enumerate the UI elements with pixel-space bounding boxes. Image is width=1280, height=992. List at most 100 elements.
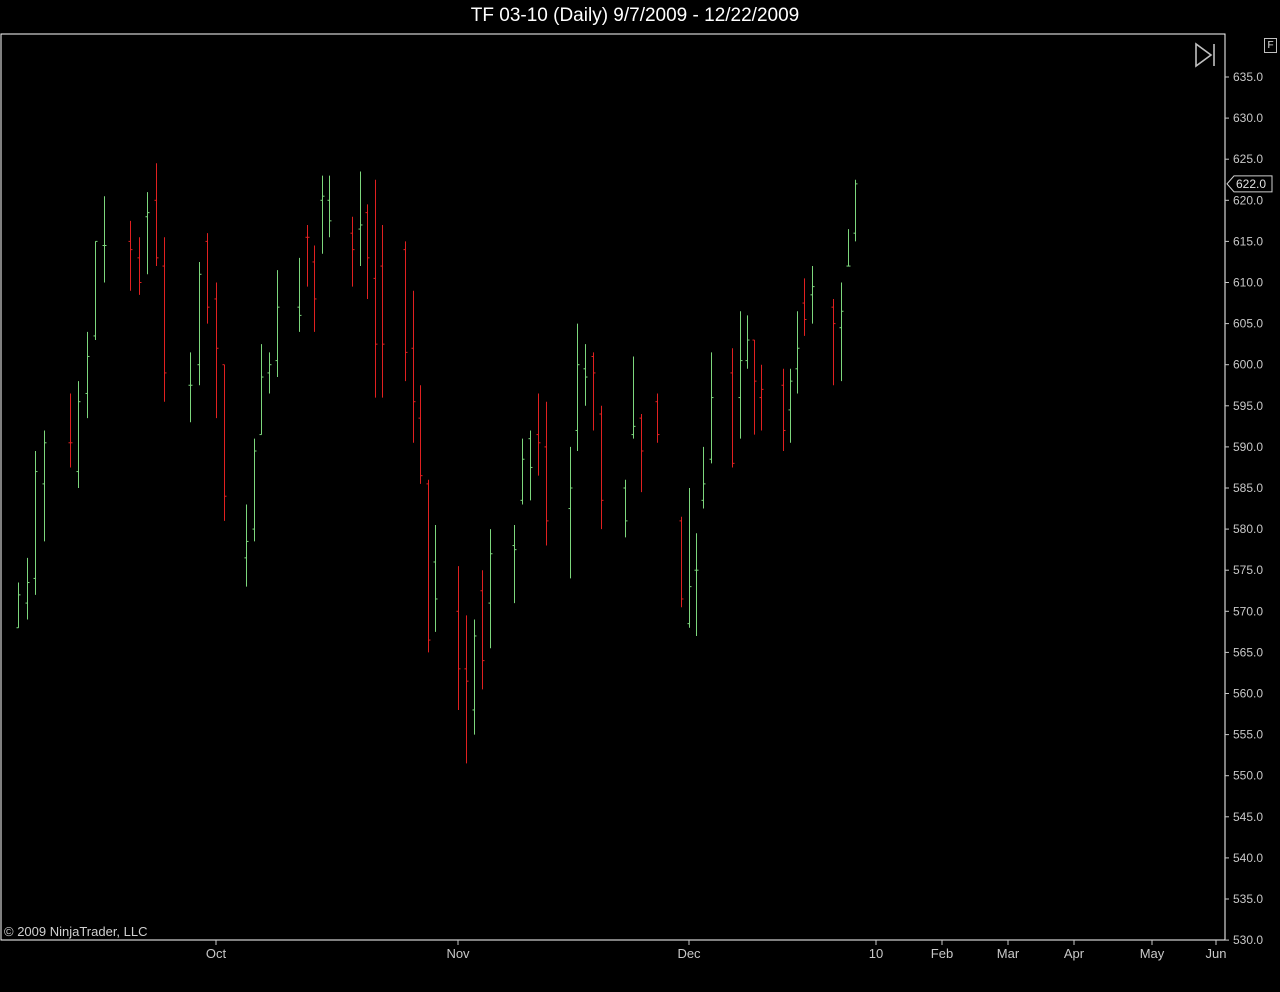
price-chart[interactable]: 635.0 630.0 625.0 620.0 615.0 610.0 605.0 600.0…	[0, 0, 1280, 992]
y-tick-label: 555.0	[1233, 728, 1263, 742]
y-tick-label: 560.0	[1233, 687, 1263, 701]
ohlc-bar	[599, 405, 604, 530]
ohlc-bar	[839, 282, 844, 382]
ohlc-bar	[802, 278, 807, 336]
ohlc-bar	[781, 368, 786, 452]
ohlc-bar	[68, 393, 73, 468]
ohlc-bar	[297, 257, 302, 332]
ohlc-bar	[752, 339, 757, 435]
y-tick-label: 630.0	[1233, 111, 1263, 125]
ohlc-bar	[214, 282, 219, 419]
ohlc-bar	[687, 488, 692, 628]
y-tick-label: 550.0	[1233, 769, 1263, 783]
y-tick-label: 590.0	[1233, 440, 1263, 454]
y-tick-label: 595.0	[1233, 399, 1263, 413]
ohlc-bar	[188, 352, 193, 423]
ohlc-bar	[512, 524, 517, 604]
ohlc-bar	[568, 446, 573, 579]
y-tick-label: 600.0	[1233, 358, 1263, 372]
x-tick-label: Dec	[677, 946, 701, 961]
ohlc-bar	[426, 479, 431, 653]
ohlc-bar	[520, 438, 525, 505]
x-tick-label: Apr	[1064, 946, 1085, 961]
y-tick-label: 530.0	[1233, 933, 1263, 947]
ohlc-bar	[591, 352, 596, 431]
x-tick-label: Oct	[206, 946, 227, 961]
ohlc-bar	[380, 224, 385, 398]
y-tick-label: 635.0	[1233, 70, 1263, 84]
ohlc-bar	[745, 315, 750, 369]
y-tick-label: 565.0	[1233, 645, 1263, 659]
x-tick-label: May	[1140, 946, 1165, 961]
ohlc-bar	[738, 311, 743, 439]
ohlc-bar	[259, 344, 264, 436]
ohlc-bar	[350, 216, 355, 287]
ohlc-bar	[679, 516, 684, 608]
x-tick-label: Jun	[1206, 946, 1227, 961]
y-tick-label: 615.0	[1233, 234, 1263, 248]
ohlc-bar	[93, 240, 98, 341]
x-tick-label: Nov	[446, 946, 470, 961]
ohlc-bar	[831, 298, 836, 386]
ohlc-bar	[631, 356, 636, 439]
x-tick-label: Feb	[931, 946, 953, 961]
ohlc-bar	[528, 430, 533, 501]
ohlc-bar	[488, 529, 493, 649]
ohlc-bar	[197, 261, 202, 386]
ohlc-bar	[846, 229, 851, 267]
ohlc-bar	[639, 414, 644, 493]
ohlc-bar	[76, 381, 81, 488]
ohlc-bar	[575, 323, 580, 452]
ohlc-bar	[162, 237, 167, 402]
ohlc-bar	[418, 385, 423, 484]
ohlc-bar	[853, 179, 858, 242]
y-tick-label: 545.0	[1233, 810, 1263, 824]
ohlc-bar	[154, 163, 159, 267]
ohlc-bar	[358, 171, 363, 267]
ohlc-bar	[456, 566, 461, 710]
y-tick-label: 535.0	[1233, 892, 1263, 906]
ohlc-bar	[788, 368, 793, 443]
x-tick-label: Mar	[997, 946, 1020, 961]
ohlc-bar	[373, 179, 378, 398]
ohlc-bar	[205, 233, 210, 324]
ohlc-bar	[583, 344, 588, 406]
ohlc-bar	[730, 348, 735, 468]
ohlc-bar	[312, 245, 317, 332]
last-price-label: 622.0	[1236, 177, 1266, 191]
ohlc-bar	[252, 438, 257, 542]
ohlc-bar	[544, 401, 549, 546]
y-tick-label: 625.0	[1233, 152, 1263, 166]
ohlc-bar	[137, 237, 142, 295]
ohlc-bar	[33, 451, 38, 595]
ohlc-bar	[267, 352, 272, 394]
ohlc-bar	[25, 557, 30, 620]
format-button[interactable]: F	[1264, 38, 1277, 53]
ohlc-bar	[472, 619, 477, 735]
ohlc-bar	[365, 204, 370, 299]
ohlc-bar	[327, 175, 332, 238]
ohlc-bar	[701, 446, 706, 509]
ohlc-bar	[305, 224, 310, 287]
ohlc-bar	[623, 479, 628, 538]
ohlc-bar	[222, 364, 227, 521]
ohlc-bar	[411, 290, 416, 443]
scroll-to-end-icon[interactable]	[1194, 42, 1218, 68]
copyright-text: © 2009 NinjaTrader, LLC	[4, 924, 148, 939]
ohlc-bar	[102, 196, 107, 283]
ohlc-bar	[275, 270, 280, 378]
y-tick-label: 605.0	[1233, 317, 1263, 331]
ohlc-bar	[464, 615, 469, 764]
ohlc-bar	[536, 393, 541, 476]
y-tick-label: 570.0	[1233, 604, 1263, 618]
y-tick-label: 610.0	[1233, 276, 1263, 290]
y-tick-label: 620.0	[1233, 193, 1263, 207]
ohlc-bar	[42, 430, 47, 542]
ohlc-bar	[709, 352, 714, 464]
ohlc-bar	[433, 524, 438, 632]
ohlc-bar	[128, 220, 133, 291]
y-tick-label: 585.0	[1233, 481, 1263, 495]
x-tick-label: 10	[869, 946, 883, 961]
ohlc-bar	[795, 311, 800, 394]
ohlc-bar	[320, 175, 325, 254]
